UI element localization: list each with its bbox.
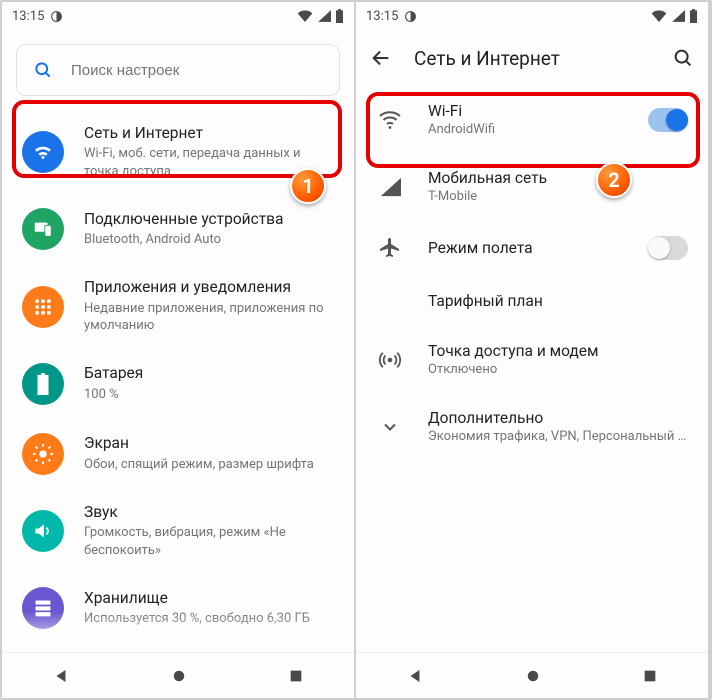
- row-title: Приложения и уведомления: [84, 278, 334, 297]
- row-sound[interactable]: Звук Громкость, вибрация, режим «Не бесп…: [2, 489, 354, 573]
- hotspot-icon: [376, 348, 404, 372]
- settings-screen: 13:15 Сеть и Интернет Wi-Fi, моб. сети, …: [2, 2, 356, 698]
- battery-status-icon: [335, 9, 344, 23]
- row-title: Точка доступа и модем: [428, 342, 688, 360]
- status-time: 13:15: [12, 9, 44, 24]
- row-plan[interactable]: Тарифный план: [356, 276, 708, 326]
- status-notification-icon: [404, 10, 417, 23]
- apps-icon: [22, 286, 64, 328]
- row-devices[interactable]: Подключенные устройства Bluetooth, Andro…: [2, 194, 354, 264]
- network-screen: 13:15 Сеть и Интернет Wi-Fi AndroidWifi: [356, 2, 710, 698]
- sound-icon: [22, 510, 64, 552]
- status-time: 13:15: [366, 9, 398, 24]
- row-title: Подключенные устройства: [84, 210, 334, 229]
- row-sub: Недавние приложения, приложения по умолч…: [84, 300, 334, 335]
- row-sub: Отключено: [428, 362, 688, 377]
- wifi-icon: [22, 131, 64, 173]
- row-sub: 100 %: [84, 386, 334, 404]
- row-wifi[interactable]: Wi-Fi AndroidWifi: [356, 86, 708, 153]
- row-title: Звук: [84, 503, 334, 522]
- row-battery[interactable]: Батарея 100 %: [2, 349, 354, 419]
- status-bar: 13:15: [2, 2, 354, 30]
- search-settings[interactable]: [16, 44, 340, 96]
- row-sub: Громкость, вибрация, режим «Не беспокоит…: [84, 524, 334, 559]
- network-list: Wi-Fi AndroidWifi Мобильная сеть T-Mobil…: [356, 86, 708, 460]
- search-icon[interactable]: [672, 47, 694, 69]
- nav-home-icon[interactable]: [524, 667, 542, 685]
- search-icon: [33, 60, 53, 80]
- nav-bar: [356, 652, 708, 698]
- row-sub: Экономия трафика, VPN, Персональный DN..: [428, 429, 688, 444]
- wifi-toggle[interactable]: [648, 108, 688, 132]
- row-display[interactable]: Экран Обои, спящий режим, размер шрифта: [2, 419, 354, 489]
- row-sub: Используется 30 %, свободно 6,30 ГБ: [84, 610, 334, 628]
- storage-icon: [22, 587, 64, 629]
- signal-icon: [376, 177, 404, 197]
- row-network[interactable]: Сеть и Интернет Wi-Fi, моб. сети, переда…: [2, 110, 354, 194]
- status-bar: 13:15: [356, 2, 708, 30]
- row-sub: Bluetooth, Android Auto: [84, 231, 334, 249]
- nav-recent-icon[interactable]: [642, 668, 658, 684]
- nav-back-icon[interactable]: [52, 667, 70, 685]
- row-airplane[interactable]: Режим полета: [356, 220, 708, 276]
- chevron-down-icon: [376, 417, 404, 437]
- signal-status-icon: [317, 10, 331, 22]
- row-sub: Обои, спящий режим, размер шрифта: [84, 456, 334, 474]
- airplane-toggle[interactable]: [648, 236, 688, 260]
- airplane-icon: [376, 236, 404, 260]
- wifi-status-icon: [651, 10, 667, 22]
- back-icon[interactable]: [370, 47, 392, 69]
- battery-icon: [22, 363, 64, 405]
- page-title: Сеть и Интернет: [414, 47, 560, 70]
- status-notification-icon: [50, 10, 63, 23]
- row-sub: T-Mobile: [428, 189, 688, 204]
- row-storage[interactable]: Хранилище Используется 30 %, свободно 6,…: [2, 573, 354, 643]
- row-title: Мобильная сеть: [428, 169, 688, 187]
- wifi-icon: [376, 110, 404, 130]
- row-hotspot[interactable]: Точка доступа и модем Отключено: [356, 326, 708, 393]
- settings-list: Сеть и Интернет Wi-Fi, моб. сети, переда…: [2, 106, 354, 698]
- devices-icon: [22, 208, 64, 250]
- row-advanced[interactable]: Дополнительно Экономия трафика, VPN, Пер…: [356, 393, 708, 460]
- nav-back-icon[interactable]: [406, 667, 424, 685]
- nav-bar: [2, 652, 354, 698]
- row-title: Сеть и Интернет: [84, 124, 334, 143]
- battery-status-icon: [689, 9, 698, 23]
- wifi-status-icon: [297, 10, 313, 22]
- row-sub: AndroidWifi: [428, 122, 624, 137]
- row-title: Wi-Fi: [428, 102, 624, 120]
- row-title: Тарифный план: [428, 292, 688, 310]
- nav-home-icon[interactable]: [170, 667, 188, 685]
- search-input[interactable]: [71, 62, 323, 79]
- app-bar: Сеть и Интернет: [356, 30, 708, 86]
- nav-recent-icon[interactable]: [288, 668, 304, 684]
- row-title: Режим полета: [428, 239, 624, 257]
- display-icon: [22, 433, 64, 475]
- row-sub: Wi-Fi, моб. сети, передача данных и точк…: [84, 145, 334, 180]
- row-title: Экран: [84, 434, 334, 453]
- signal-status-icon: [671, 10, 685, 22]
- row-title: Дополнительно: [428, 409, 688, 427]
- row-mobile[interactable]: Мобильная сеть T-Mobile: [356, 153, 708, 220]
- row-title: Батарея: [84, 364, 334, 383]
- row-apps[interactable]: Приложения и уведомления Недавние прилож…: [2, 264, 354, 348]
- row-title: Хранилище: [84, 589, 334, 608]
